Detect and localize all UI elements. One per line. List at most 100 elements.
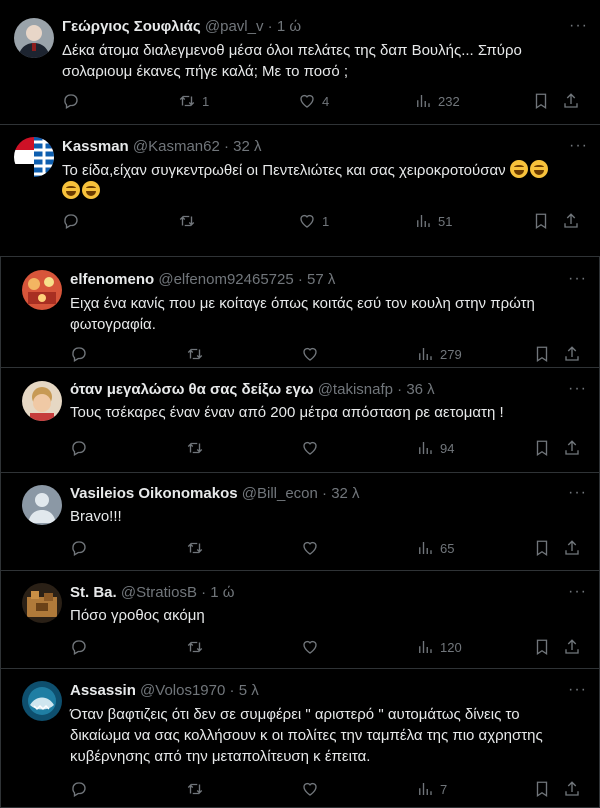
bookmark-button[interactable] [532, 92, 550, 110]
reply-button[interactable] [70, 539, 88, 557]
author-name[interactable]: Assassin [70, 682, 136, 699]
like-button[interactable]: 4 [298, 92, 329, 110]
author-handle[interactable]: @elfenom92465725 [158, 271, 293, 288]
like-button[interactable] [301, 345, 319, 363]
retweet-icon [186, 345, 204, 363]
author-name[interactable]: Kassman [62, 138, 129, 155]
tweet-text: Τους τσέκαρες έναν έναν από 200 μέτρα απ… [70, 404, 504, 421]
share-button[interactable] [563, 780, 581, 798]
bookmark-button[interactable] [533, 780, 551, 798]
bookmark-button[interactable] [533, 345, 551, 363]
timestamp[interactable]: 57 λ [307, 271, 335, 288]
timestamp[interactable]: 36 λ [406, 381, 434, 398]
action-bar: 65 [1, 539, 600, 559]
views-button[interactable]: 94 [416, 439, 454, 457]
views-button[interactable]: 65 [416, 539, 454, 557]
retweet-button[interactable] [186, 780, 204, 798]
retweet-button[interactable] [186, 539, 204, 557]
like-button[interactable] [301, 539, 319, 557]
tweet-text: Bravo!!! [70, 508, 122, 525]
author-name[interactable]: Γεώργιος Σουφλιάς [62, 18, 201, 35]
bookmark-button[interactable] [532, 212, 550, 230]
share-button[interactable] [563, 439, 581, 457]
author-name[interactable]: όταν μεγαλώσω θα σας δείξω εγω [70, 381, 314, 398]
retweet-button[interactable] [186, 345, 204, 363]
views-button[interactable]: 51 [414, 212, 452, 230]
more-icon[interactable]: ··· [569, 138, 588, 154]
tweet[interactable]: Γεώργιος Σουφλιάς @pavl_v · 1 ώ ··· Δέκα… [0, 0, 600, 125]
like-button[interactable] [301, 439, 319, 457]
separator-dot: · [297, 271, 303, 288]
retweet-icon [186, 638, 204, 656]
views-button[interactable]: 7 [416, 780, 447, 798]
views-icon [414, 92, 432, 110]
retweet-button[interactable] [178, 212, 202, 230]
bookmark-button[interactable] [533, 539, 551, 557]
timestamp[interactable]: 32 λ [331, 485, 359, 502]
author-handle[interactable]: @pavl_v [205, 18, 264, 35]
avatar[interactable] [22, 381, 62, 421]
tweet-text: Ειχα ένα κανίς που με κοίταγε όπως κοιτά… [70, 295, 535, 333]
more-icon[interactable]: ··· [568, 584, 587, 600]
avatar[interactable] [22, 485, 62, 525]
reply-button[interactable] [70, 638, 88, 656]
author-handle[interactable]: @takisnafp [318, 381, 393, 398]
timestamp[interactable]: 1 ώ [210, 584, 234, 601]
tweet[interactable]: όταν μεγαλώσω θα σας δείξω εγω @takisnaf… [1, 368, 599, 473]
tweet[interactable]: St. Ba. @StratiosB · 1 ώ ··· Πόσο γροθος… [1, 571, 599, 669]
share-button[interactable] [562, 92, 580, 110]
author-handle[interactable]: @Kasman62 [133, 138, 220, 155]
more-icon[interactable]: ··· [568, 381, 587, 397]
more-icon[interactable]: ··· [568, 682, 587, 698]
laughing-emoji [529, 160, 548, 178]
author-handle[interactable]: @Volos1970 [140, 682, 225, 699]
reply-button[interactable] [70, 345, 88, 363]
tweet[interactable]: Vasileios Oikonomakos @Bill_econ · 32 λ … [1, 473, 599, 571]
reply-button[interactable] [62, 212, 80, 230]
like-button[interactable]: 1 [298, 212, 329, 230]
bookmark-button[interactable] [533, 638, 551, 656]
tweet[interactable]: Assassin @Volos1970 · 5 λ ··· Όταν βαφτι… [1, 669, 599, 807]
retweet-button[interactable] [186, 439, 204, 457]
share-icon [563, 539, 581, 557]
tweet-text: Δέκα άτομα διαλεγμενοθ μέσα όλοι πελάτες… [62, 42, 522, 80]
reply-button[interactable] [70, 439, 88, 457]
retweet-button[interactable]: 1 [178, 92, 209, 110]
avatar[interactable] [14, 137, 54, 177]
views-button[interactable]: 279 [416, 345, 462, 363]
like-button[interactable] [301, 780, 319, 798]
author-name[interactable]: elfenomeno [70, 271, 154, 288]
like-button[interactable] [301, 638, 319, 656]
reply-button[interactable] [70, 780, 88, 798]
author-handle[interactable]: @Bill_econ [242, 485, 318, 502]
retweet-button[interactable] [186, 638, 204, 656]
author-name[interactable]: Vasileios Oikonomakos [70, 485, 238, 502]
share-button[interactable] [563, 345, 581, 363]
avatar[interactable] [22, 583, 62, 623]
share-button[interactable] [563, 638, 581, 656]
author-name[interactable]: St. Ba. [70, 584, 117, 601]
bookmark-button[interactable] [533, 439, 551, 457]
share-button[interactable] [563, 539, 581, 557]
laughing-emoji [509, 160, 528, 178]
share-button[interactable] [562, 212, 580, 230]
tweet[interactable]: elfenomeno @elfenom92465725 · 57 λ ··· Ε… [1, 257, 599, 368]
views-button[interactable]: 120 [416, 638, 462, 656]
avatar[interactable] [22, 270, 62, 310]
more-icon[interactable]: ··· [569, 18, 588, 34]
avatar[interactable] [22, 681, 62, 721]
timestamp[interactable]: 32 λ [233, 138, 261, 155]
reply-button[interactable] [62, 92, 80, 110]
timestamp[interactable]: 5 λ [239, 682, 259, 699]
timestamp[interactable]: 1 ώ [277, 18, 301, 35]
views-button[interactable]: 232 [414, 92, 460, 110]
separator-dot: · [201, 584, 207, 601]
action-bar: 1 51 [0, 212, 600, 232]
tweet-text: Το είδα,είχαν συγκεντρωθεί οι Πεντελιώτε… [62, 162, 506, 179]
reply-icon [70, 439, 88, 457]
author-handle[interactable]: @StratiosB [121, 584, 197, 601]
avatar[interactable] [14, 18, 54, 58]
more-icon[interactable]: ··· [568, 271, 587, 287]
more-icon[interactable]: ··· [568, 485, 587, 501]
tweet[interactable]: Kassman @Kasman62 · 32 λ ··· Το είδα,είχ… [0, 125, 600, 250]
